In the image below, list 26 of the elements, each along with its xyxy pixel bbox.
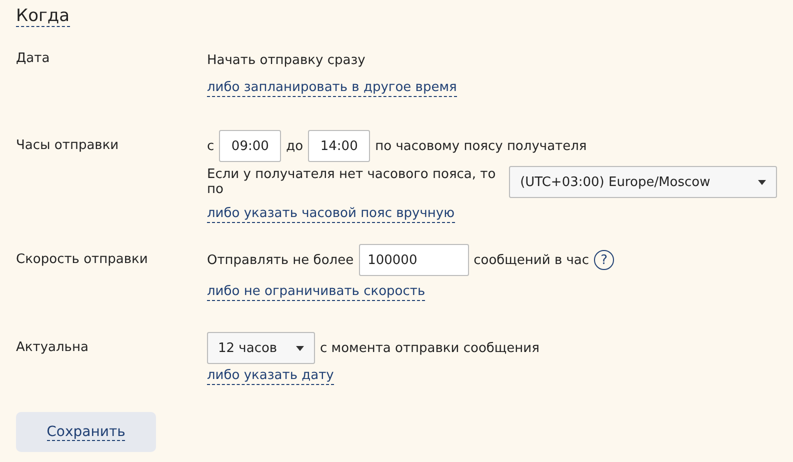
field-label: Часы отправки: [16, 137, 120, 155]
field-text: по часовому поясу получателя: [375, 138, 587, 154]
rate-input[interactable]: 100000: [358, 244, 469, 276]
time-input[interactable]: 09:00: [219, 130, 282, 162]
section-heading[interactable]: Когда: [16, 6, 70, 27]
field-text: с момента отправки сообщения: [320, 340, 540, 356]
save-button[interactable]: Сохранить: [16, 412, 156, 452]
field-text: Если у получателя нет часового пояса, то по: [207, 167, 497, 197]
timezone-link[interactable]: либо указать часовой пояс вручную: [207, 206, 455, 222]
field-text: с: [207, 138, 214, 154]
field-text: Отправлять не более: [207, 252, 354, 268]
time-input[interactable]: 14:00: [308, 130, 370, 162]
field-text: сообщений в час: [474, 252, 590, 268]
help-button[interactable]: ?: [594, 250, 614, 270]
field-label: Дата: [16, 50, 51, 68]
field-text: до: [286, 138, 304, 154]
field-text: Начать отправку сразу: [207, 52, 366, 68]
field-label: Скорость отправки: [16, 251, 149, 269]
unlimited-link[interactable]: либо не ограничивать скорость: [207, 284, 426, 300]
field-label: Актуальна: [16, 339, 90, 357]
caret-icon: [296, 346, 304, 350]
caret-icon: [758, 180, 766, 184]
duration-dropdown[interactable]: 12 часов: [207, 332, 315, 364]
timezone-dropdown[interactable]: (UTC+03:00) Europe/Moscow: [509, 166, 777, 198]
schedule-link[interactable]: либо запланировать в другое время: [207, 80, 457, 96]
date-link[interactable]: либо указать дату: [207, 368, 334, 384]
